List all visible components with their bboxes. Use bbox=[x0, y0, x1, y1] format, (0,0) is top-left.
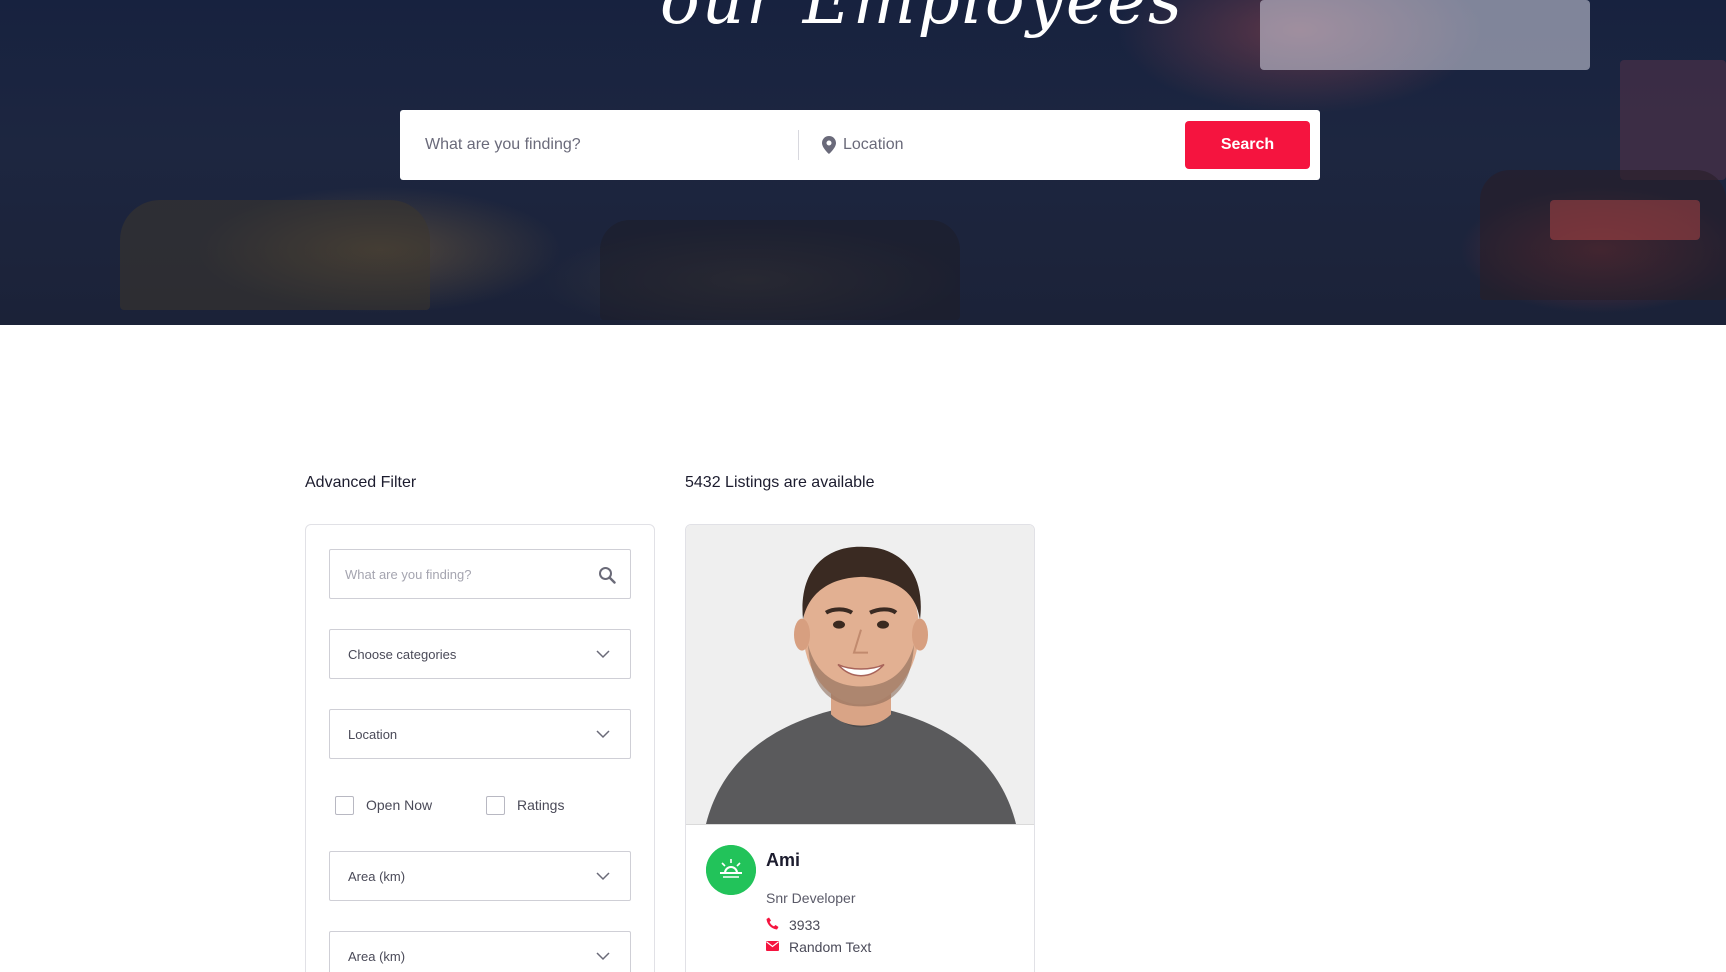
hero-banner: our Employees What are you finding? Loca… bbox=[0, 0, 1726, 325]
filter-search-input[interactable]: What are you finding? bbox=[329, 549, 631, 599]
hero-bg-shape bbox=[1550, 200, 1700, 240]
employee-phone[interactable]: 3933 bbox=[789, 917, 820, 933]
area-select-2-value: Area (km) bbox=[348, 949, 406, 964]
ratings-label: Ratings bbox=[517, 797, 565, 813]
search-divider bbox=[798, 130, 799, 160]
advanced-filter-heading: Advanced Filter bbox=[305, 474, 417, 491]
open-now-label: Open Now bbox=[366, 797, 433, 813]
phone-icon bbox=[766, 917, 779, 930]
hero-bg-shape bbox=[600, 220, 960, 320]
employee-name[interactable]: Ami bbox=[766, 850, 800, 871]
hero-search-button[interactable]: Search bbox=[1185, 121, 1310, 169]
search-icon[interactable] bbox=[598, 566, 616, 584]
hero-bg-shape bbox=[1260, 0, 1590, 70]
chevron-down-icon bbox=[596, 872, 610, 881]
employee-photo bbox=[686, 525, 1034, 825]
map-pin-icon bbox=[822, 136, 836, 154]
categories-select[interactable]: Choose categories bbox=[329, 629, 631, 679]
area-select[interactable]: Area (km) bbox=[329, 851, 631, 901]
filter-panel: What are you finding? Choose categories … bbox=[305, 524, 655, 972]
hero-title: our Employees bbox=[660, 0, 1184, 39]
hero-bg-shape bbox=[1620, 60, 1726, 180]
envelope-icon bbox=[766, 941, 779, 951]
listings-count-heading: 5432 Listings are available bbox=[685, 474, 875, 491]
hero-search-bar: What are you finding? Location Search bbox=[400, 110, 1320, 180]
hero-search-input[interactable]: What are you finding? bbox=[425, 110, 581, 180]
chevron-down-icon bbox=[596, 730, 610, 739]
location-select[interactable]: Location bbox=[329, 709, 631, 759]
filter-checkbox-row: Open Now Ratings bbox=[335, 796, 635, 816]
chevron-down-icon bbox=[596, 952, 610, 961]
categories-select-value: Choose categories bbox=[348, 647, 457, 662]
filter-search-placeholder: What are you finding? bbox=[345, 567, 472, 582]
area-select-value: Area (km) bbox=[348, 869, 406, 884]
hero-bg-shape bbox=[120, 200, 430, 310]
listing-card[interactable]: Ami Snr Developer 3933 Random Text bbox=[685, 524, 1035, 972]
employee-email[interactable]: Random Text bbox=[789, 939, 871, 955]
location-select-value: Location bbox=[348, 727, 398, 742]
ratings-checkbox[interactable] bbox=[486, 796, 505, 815]
open-now-checkbox[interactable] bbox=[335, 796, 354, 815]
area-select-2[interactable]: Area (km) bbox=[329, 931, 631, 972]
employee-role: Snr Developer bbox=[766, 890, 856, 906]
hero-location-input[interactable]: Location bbox=[843, 110, 904, 180]
company-logo-icon bbox=[706, 845, 756, 895]
chevron-down-icon bbox=[596, 650, 610, 659]
